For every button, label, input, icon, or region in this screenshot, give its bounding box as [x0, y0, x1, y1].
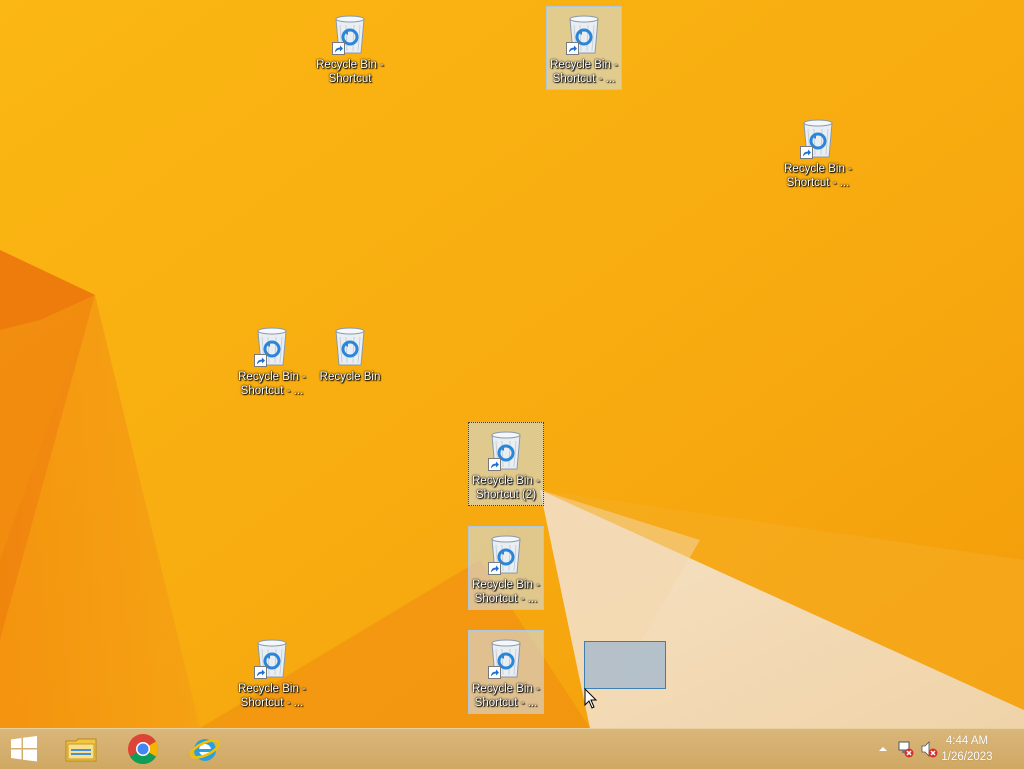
recycle-bin-icon	[482, 425, 530, 473]
icon-label: Recycle Bin - Shortcut - ...	[238, 371, 306, 397]
shortcut-arrow-icon	[254, 354, 267, 367]
windows-logo-icon	[11, 736, 37, 762]
icon-label: Recycle Bin - Shortcut - ...	[784, 163, 852, 189]
clock-time: 4:44 AM	[945, 735, 989, 747]
icon-label: Recycle Bin - Shortcut - ...	[472, 683, 540, 709]
icon-label: Recycle Bin - Shortcut - ...	[238, 683, 306, 709]
shortcut-arrow-icon	[800, 146, 813, 159]
desktop-icon-recycle-bin-shortcut[interactable]: Recycle Bin - Shortcut - ...	[468, 630, 544, 714]
desktop-icon-recycle-bin-shortcut[interactable]: Recycle Bin - Shortcut - ...	[546, 6, 622, 90]
shortcut-arrow-icon	[332, 42, 345, 55]
desktop-icon-recycle-bin[interactable]: Recycle Bin	[312, 318, 388, 402]
shortcut-arrow-icon	[254, 666, 267, 679]
taskbar-clock[interactable]: 4:44 AM 1/26/2023	[932, 733, 1002, 765]
start-button[interactable]	[0, 729, 48, 769]
shortcut-arrow-icon	[488, 666, 501, 679]
icon-label: Recycle Bin	[319, 371, 381, 383]
recycle-bin-icon	[326, 321, 374, 369]
icon-label: Recycle Bin - Shortcut - ...	[550, 59, 618, 85]
chrome-taskbar-button[interactable]	[120, 729, 166, 769]
chevron-up-icon	[879, 747, 887, 751]
folder-icon	[65, 738, 97, 762]
show-hidden-icons-button[interactable]	[874, 740, 892, 758]
mouse-cursor-icon	[584, 688, 598, 709]
recycle-bin-icon	[248, 633, 296, 681]
icon-label: Recycle Bin - Shortcut - ...	[472, 579, 540, 605]
network-tray-button[interactable]	[897, 740, 915, 758]
recycle-bin-icon	[560, 9, 608, 57]
desktop-icon-recycle-bin-shortcut[interactable]: Recycle Bin - Shortcut	[312, 6, 388, 90]
wallpaper	[0, 0, 1024, 728]
icon-label: Recycle Bin - Shortcut	[316, 59, 384, 85]
file-explorer-taskbar-button[interactable]	[58, 729, 104, 769]
recycle-bin-icon	[482, 529, 530, 577]
recycle-bin-icon	[326, 9, 374, 57]
desktop[interactable]: Recycle Bin - Shortcut Recycle Bin - Sho…	[0, 0, 1024, 728]
clock-date: 1/26/2023	[941, 751, 993, 763]
network-disconnected-icon	[898, 741, 914, 758]
shortcut-arrow-icon	[488, 562, 501, 575]
shortcut-arrow-icon	[566, 42, 579, 55]
desktop-icon-recycle-bin-shortcut[interactable]: Recycle Bin - Shortcut - ...	[780, 110, 856, 194]
desktop-icon-recycle-bin-shortcut[interactable]: Recycle Bin - Shortcut - ...	[234, 318, 310, 402]
internet-explorer-taskbar-button[interactable]	[182, 729, 228, 769]
desktop-icon-recycle-bin-shortcut-2[interactable]: Recycle Bin - Shortcut (2)	[468, 422, 544, 506]
recycle-bin-icon	[248, 321, 296, 369]
internet-explorer-icon	[189, 739, 221, 761]
taskbar[interactable]: 4:44 AM 1/26/2023	[0, 728, 1024, 769]
desktop-icon-recycle-bin-shortcut[interactable]: Recycle Bin - Shortcut - ...	[234, 630, 310, 714]
desktop-icon-recycle-bin-shortcut[interactable]: Recycle Bin - Shortcut - ...	[468, 526, 544, 610]
selection-marquee	[584, 641, 666, 689]
recycle-bin-icon	[482, 633, 530, 681]
chrome-icon	[128, 734, 159, 765]
icon-label: Recycle Bin - Shortcut (2)	[472, 475, 540, 501]
shortcut-arrow-icon	[488, 458, 501, 471]
recycle-bin-icon	[794, 113, 842, 161]
